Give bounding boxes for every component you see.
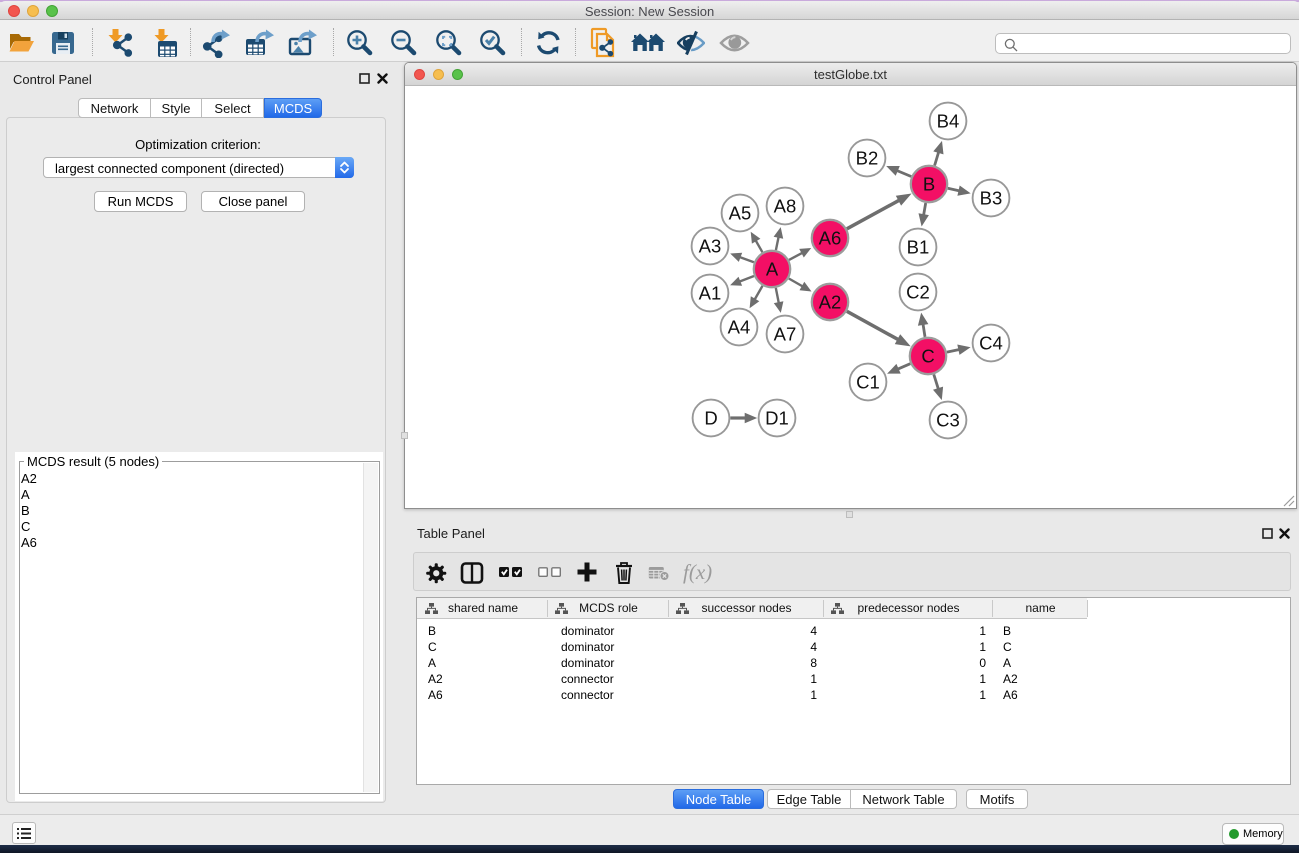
svg-text:D1: D1	[765, 408, 789, 429]
svg-text:A4: A4	[728, 317, 751, 338]
svg-text:C4: C4	[979, 333, 1003, 354]
svg-text:B: B	[923, 174, 935, 195]
svg-text:A1: A1	[699, 283, 722, 304]
svg-text:C: C	[921, 346, 934, 367]
svg-text:D: D	[704, 408, 717, 429]
svg-text:B2: B2	[856, 148, 879, 169]
svg-text:A8: A8	[774, 196, 797, 217]
svg-text:B1: B1	[907, 237, 930, 258]
svg-text:C3: C3	[936, 410, 960, 431]
svg-text:A: A	[766, 259, 779, 280]
svg-text:A2: A2	[819, 292, 842, 313]
svg-text:C1: C1	[856, 372, 880, 393]
svg-text:B4: B4	[937, 111, 960, 132]
svg-text:A5: A5	[729, 203, 752, 224]
svg-text:A7: A7	[774, 324, 797, 345]
svg-text:A6: A6	[819, 228, 842, 249]
svg-text:A3: A3	[699, 236, 722, 257]
svg-text:C2: C2	[906, 282, 930, 303]
svg-text:B3: B3	[980, 188, 1003, 209]
